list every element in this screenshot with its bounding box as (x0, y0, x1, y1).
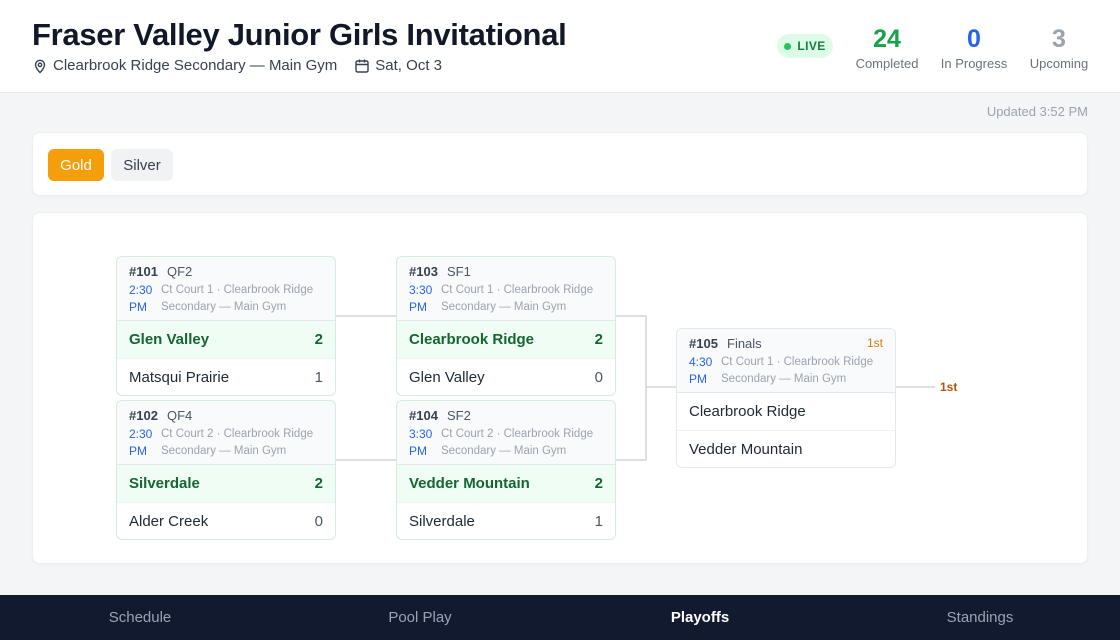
team-score: 2 (314, 475, 323, 492)
match-header: #102 QF4 2:30 PM Ct Court 2 · Clearbrook… (117, 401, 335, 465)
match-number: #105 (689, 336, 718, 351)
match-101[interactable]: #101 QF2 2:30 PM Ct Court 1 · Clearbrook… (116, 256, 336, 396)
match-round: SF1 (447, 264, 471, 279)
match-105[interactable]: #105 Finals 1st 4:30 PM Ct Court 1 · Cle… (676, 328, 896, 468)
stat-in-progress-value: 0 (967, 25, 981, 53)
team-score: 0 (594, 368, 603, 386)
team-row: Clearbrook Ridge (677, 393, 895, 430)
match-location: Ct Court 1 · Clearbrook Ridge Secondary … (441, 284, 594, 313)
team-name: Silverdale (409, 512, 475, 530)
match-time: 2:30 PM (129, 427, 153, 458)
team-row: Clearbrook Ridge 2 (397, 321, 615, 358)
tab-gold[interactable]: Gold (48, 149, 104, 181)
match-time: 3:30 PM (409, 427, 433, 458)
match-header: #104 SF2 3:30 PM Ct Court 2 · Clearbrook… (397, 401, 615, 465)
team-score: 0 (314, 512, 323, 530)
team-row: Glen Valley 2 (117, 321, 335, 358)
match-102[interactable]: #102 QF4 2:30 PM Ct Court 2 · Clearbrook… (116, 400, 336, 540)
match-location: Ct Court 1 · Clearbrook Ridge Secondary … (721, 356, 874, 385)
stat-upcoming-value: 3 (1052, 25, 1066, 53)
match-round: QF4 (167, 408, 193, 423)
venue-text: Clearbrook Ridge Secondary — Main Gym (53, 57, 338, 74)
page-title: Fraser Valley Junior Girls Invitational (32, 17, 567, 52)
match-number: #102 (129, 408, 158, 423)
team-name: Alder Creek (129, 512, 209, 530)
tab-silver[interactable]: Silver (111, 149, 173, 181)
team-row: Silverdale 1 (397, 502, 615, 539)
match-header: #101 QF2 2:30 PM Ct Court 1 · Clearbrook… (117, 257, 335, 321)
champion-label: 1st (940, 380, 958, 394)
nav-playoffs[interactable]: Playoffs (600, 595, 800, 640)
division-tabs: Gold Silver (32, 132, 1088, 196)
team-score: 1 (314, 368, 323, 386)
team-name: Clearbrook Ridge (409, 331, 535, 348)
stat-in-progress: 0 In Progress (937, 24, 1011, 71)
team-score: 2 (594, 475, 603, 492)
team-score: 2 (314, 331, 323, 348)
team-row: Glen Valley 0 (397, 358, 615, 395)
team-row: Vedder Mountain 2 (397, 465, 615, 502)
date-text: Sat, Oct 3 (375, 57, 442, 74)
team-name: Vedder Mountain (689, 440, 803, 458)
match-number: #103 (409, 264, 438, 279)
live-badge: LIVE (777, 34, 833, 58)
stat-completed: 24 Completed (852, 24, 922, 71)
team-score: 1 (594, 512, 603, 530)
match-round: Finals (727, 336, 762, 351)
bottom-nav: Schedule Pool Play Playoffs Standings (0, 595, 1120, 640)
event-meta: Clearbrook Ridge Secondary — Main Gym Sa… (32, 57, 459, 74)
match-location: Ct Court 2 · Clearbrook Ridge Secondary … (161, 428, 314, 457)
match-round: QF2 (167, 264, 193, 279)
match-104[interactable]: #104 SF2 3:30 PM Ct Court 2 · Clearbrook… (396, 400, 616, 540)
live-label: LIVE (797, 39, 826, 53)
match-location: Ct Court 2 · Clearbrook Ridge Secondary … (441, 428, 594, 457)
match-location: Ct Court 1 · Clearbrook Ridge Secondary … (161, 284, 314, 313)
team-name: Glen Valley (129, 331, 210, 348)
match-103[interactable]: #103 SF1 3:30 PM Ct Court 1 · Clearbrook… (396, 256, 616, 396)
stat-upcoming-label: Upcoming (1029, 56, 1089, 71)
match-round: SF2 (447, 408, 471, 423)
header: Fraser Valley Junior Girls Invitational … (0, 0, 1120, 93)
team-row: Matsqui Prairie 1 (117, 358, 335, 395)
date-info: Sat, Oct 3 (354, 57, 442, 74)
nav-standings[interactable]: Standings (880, 595, 1080, 640)
match-time: 2:30 PM (129, 283, 153, 314)
calendar-icon (355, 59, 369, 73)
updated-timestamp: Updated 3:52 PM (986, 104, 1088, 119)
live-dot-icon (784, 42, 792, 50)
venue-info: Clearbrook Ridge Secondary — Main Gym (32, 57, 337, 74)
nav-schedule[interactable]: Schedule (40, 595, 240, 640)
team-name: Silverdale (129, 475, 200, 492)
match-header: #105 Finals 1st 4:30 PM Ct Court 1 · Cle… (677, 329, 895, 393)
placement-badge: 1st (866, 336, 883, 350)
team-name: Matsqui Prairie (129, 368, 230, 386)
stat-completed-label: Completed (855, 56, 919, 71)
team-name: Clearbrook Ridge (689, 403, 806, 420)
nav-pool-play[interactable]: Pool Play (320, 595, 520, 640)
team-name: Vedder Mountain (409, 475, 530, 492)
match-number: #101 (129, 264, 158, 279)
team-row: Vedder Mountain (677, 430, 895, 467)
stat-completed-value: 24 (873, 25, 901, 53)
stat-upcoming: 3 Upcoming (1026, 24, 1092, 71)
team-name: Glen Valley (409, 368, 485, 386)
location-pin-icon (34, 59, 46, 73)
match-time: 4:30 PM (689, 355, 713, 386)
match-number: #104 (409, 408, 438, 423)
team-score: 2 (594, 331, 603, 348)
team-row: Alder Creek 0 (117, 502, 335, 539)
match-header: #103 SF1 3:30 PM Ct Court 1 · Clearbrook… (397, 257, 615, 321)
stat-in-progress-label: In Progress (940, 56, 1008, 71)
team-row: Silverdale 2 (117, 465, 335, 502)
match-time: 3:30 PM (409, 283, 433, 314)
